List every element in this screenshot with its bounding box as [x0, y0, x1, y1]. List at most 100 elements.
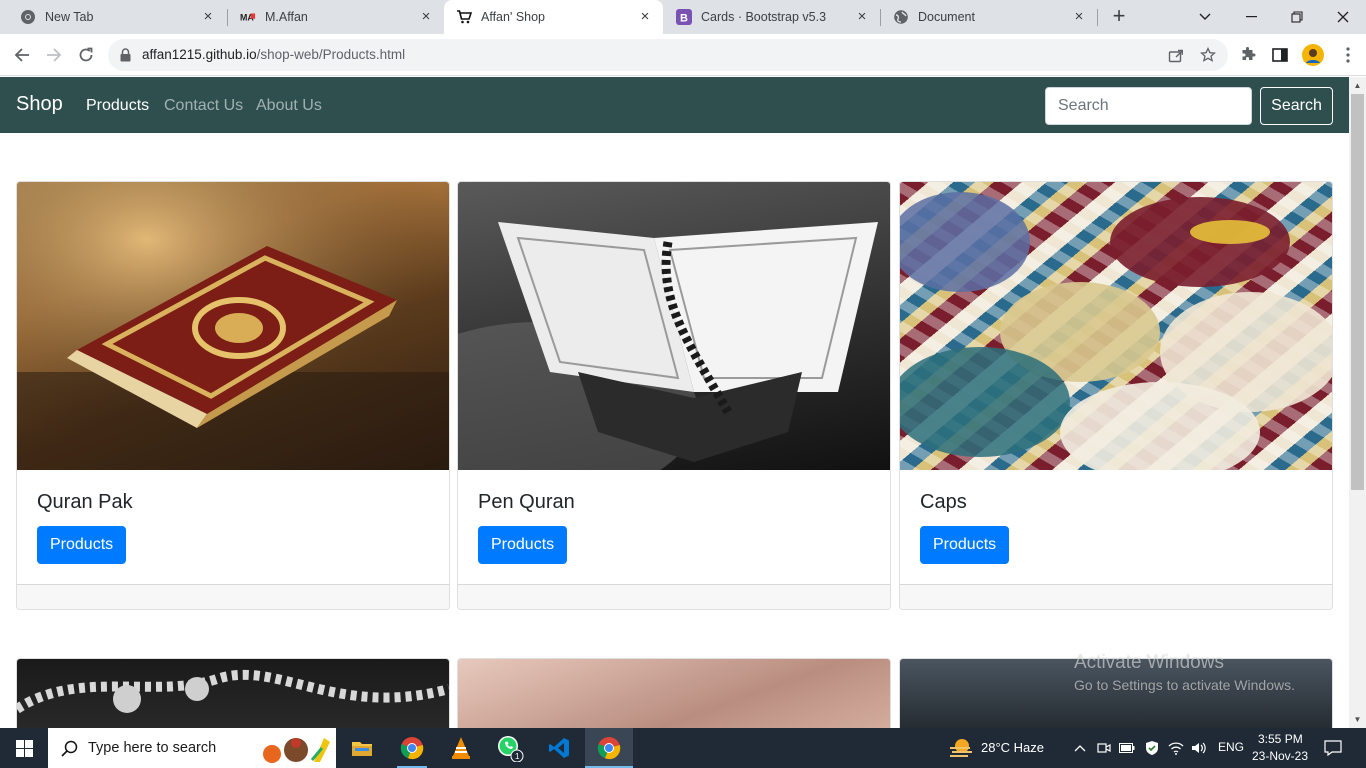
product-card-pen-quran: Pen Quran Products	[457, 181, 891, 610]
chevron-down-icon[interactable]	[1182, 0, 1228, 34]
globe-icon	[893, 9, 909, 25]
product-card-quran-pak: Quran Pak Products	[16, 181, 450, 610]
tab-document[interactable]: Document ×	[881, 0, 1097, 34]
vlc-icon[interactable]	[441, 728, 481, 768]
product-card-caps: Caps Products	[899, 181, 1333, 610]
url-host: affan1215.github.io	[142, 47, 257, 62]
prayer-caps-image	[900, 182, 1332, 482]
whatsapp-icon[interactable]: 1	[490, 728, 530, 768]
taskbar-search-placeholder: Type here to search	[88, 740, 217, 756]
extensions-icon[interactable]	[1236, 43, 1260, 67]
embroidered-cap-image	[17, 659, 449, 728]
url-path: /shop-web/Products.html	[256, 47, 406, 62]
fabric-image	[458, 659, 890, 728]
star-icon[interactable]	[1196, 43, 1220, 67]
browser-toolbar: affan1215.github.io/shop-web/Products.ht…	[0, 34, 1366, 76]
wifi-icon[interactable]	[1166, 728, 1186, 768]
open-quran-on-stand-image	[458, 182, 890, 502]
volume-icon[interactable]	[1189, 728, 1209, 768]
holiday-illustration-icon	[256, 734, 334, 768]
tab-new-tab[interactable]: New Tab ×	[8, 0, 226, 34]
site-navbar: Shop Products Contact Us About Us Search	[0, 77, 1349, 133]
chevron-up-icon[interactable]	[1070, 728, 1090, 768]
product-card	[16, 658, 450, 728]
close-icon[interactable]: ×	[418, 9, 434, 25]
tab-label: Affan' Shop	[481, 10, 546, 24]
tab-label: Document	[918, 10, 975, 24]
page-viewport: Shop Products Contact Us About Us Search…	[0, 77, 1349, 728]
address-bar[interactable]: affan1215.github.io/shop-web/Products.ht…	[108, 39, 1228, 71]
lock-icon[interactable]	[120, 48, 131, 67]
brand-logo[interactable]: Shop	[16, 93, 63, 116]
share-icon[interactable]	[1164, 43, 1188, 67]
search-button[interactable]: Search	[1260, 87, 1333, 125]
cart-icon	[456, 9, 472, 25]
notification-center-icon[interactable]	[1318, 728, 1348, 768]
svg-text:B: B	[680, 13, 688, 25]
card-title: Pen Quran	[478, 491, 575, 513]
nav-link-about-us[interactable]: About Us	[256, 97, 322, 115]
nav-link-contact-us[interactable]: Contact Us	[164, 97, 243, 115]
back-button[interactable]	[8, 41, 36, 69]
products-button[interactable]: Products	[37, 526, 127, 564]
chrome-icon	[20, 9, 36, 25]
activate-windows-subtitle: Go to Settings to activate Windows.	[1074, 677, 1295, 693]
products-button[interactable]: Products	[920, 526, 1010, 564]
ma-logo-icon: MA	[240, 9, 256, 25]
quran-book-image	[17, 182, 449, 470]
product-card	[457, 658, 891, 728]
tab-m-affan[interactable]: MA M.Affan ×	[228, 0, 444, 34]
scrollbar-thumb[interactable]	[1351, 94, 1364, 490]
new-tab-button[interactable]: +	[1108, 5, 1130, 28]
minimize-button[interactable]	[1228, 0, 1274, 34]
scroll-up-arrow-icon[interactable]: ▲	[1349, 77, 1366, 94]
battery-icon[interactable]	[1117, 728, 1137, 768]
card-footer	[900, 584, 1332, 609]
forward-button[interactable]	[40, 41, 68, 69]
page-scrollbar[interactable]: ▲ ▼	[1349, 77, 1366, 728]
card-footer	[17, 584, 449, 609]
meet-now-icon[interactable]	[1094, 728, 1114, 768]
nav-link-products[interactable]: Products	[86, 97, 149, 115]
card-title: Quran Pak	[37, 491, 133, 513]
menu-icon[interactable]	[1336, 43, 1360, 67]
file-explorer-icon[interactable]	[342, 728, 382, 768]
search-input[interactable]	[1045, 87, 1252, 125]
products-button[interactable]: Products	[478, 526, 568, 564]
card-body: Caps Products	[900, 470, 1332, 584]
weather-text[interactable]: 28°C Haze	[981, 740, 1044, 755]
bootstrap-icon: B	[676, 9, 692, 25]
restore-button[interactable]	[1274, 0, 1320, 34]
tab-separator	[1097, 9, 1098, 26]
close-icon[interactable]: ×	[200, 9, 216, 25]
weather-haze-icon[interactable]	[944, 728, 978, 768]
avatar[interactable]	[1301, 43, 1325, 67]
clock-date[interactable]: 23-Nov-23	[1252, 749, 1308, 763]
tab-label: New Tab	[45, 10, 94, 24]
taskbar-search-box[interactable]: Type here to search	[48, 728, 336, 768]
windows-taskbar: Type here to search 1 28°C Haze ENG 3:55…	[0, 728, 1366, 768]
activate-windows-title: Activate Windows	[1074, 652, 1224, 673]
clock-time[interactable]: 3:55 PM	[1258, 732, 1303, 746]
scroll-down-arrow-icon[interactable]: ▼	[1349, 711, 1366, 728]
language-indicator[interactable]: ENG	[1218, 740, 1244, 754]
close-icon[interactable]: ×	[854, 9, 870, 25]
card-body: Quran Pak Products	[17, 470, 449, 584]
close-window-button[interactable]	[1320, 0, 1366, 34]
whatsapp-badge: 1	[515, 752, 520, 761]
tab-bootstrap-cards[interactable]: B Cards · Bootstrap v5.3 ×	[664, 0, 880, 34]
close-icon[interactable]: ×	[1071, 9, 1087, 25]
tab-affan-shop[interactable]: Affan' Shop ×	[444, 0, 663, 34]
security-shield-icon[interactable]	[1142, 728, 1162, 768]
reload-button[interactable]	[72, 41, 100, 69]
side-panel-icon[interactable]	[1268, 43, 1292, 67]
close-icon[interactable]: ×	[637, 9, 653, 25]
tab-label: M.Affan	[265, 10, 308, 24]
vscode-icon[interactable]	[539, 728, 579, 768]
chrome-active-taskbar-icon[interactable]	[585, 728, 633, 768]
search-icon	[61, 740, 78, 762]
card-body: Pen Quran Products	[458, 470, 890, 584]
windows-start-icon[interactable]	[0, 728, 48, 768]
chrome-taskbar-icon[interactable]	[392, 728, 432, 768]
card-footer	[458, 584, 890, 609]
